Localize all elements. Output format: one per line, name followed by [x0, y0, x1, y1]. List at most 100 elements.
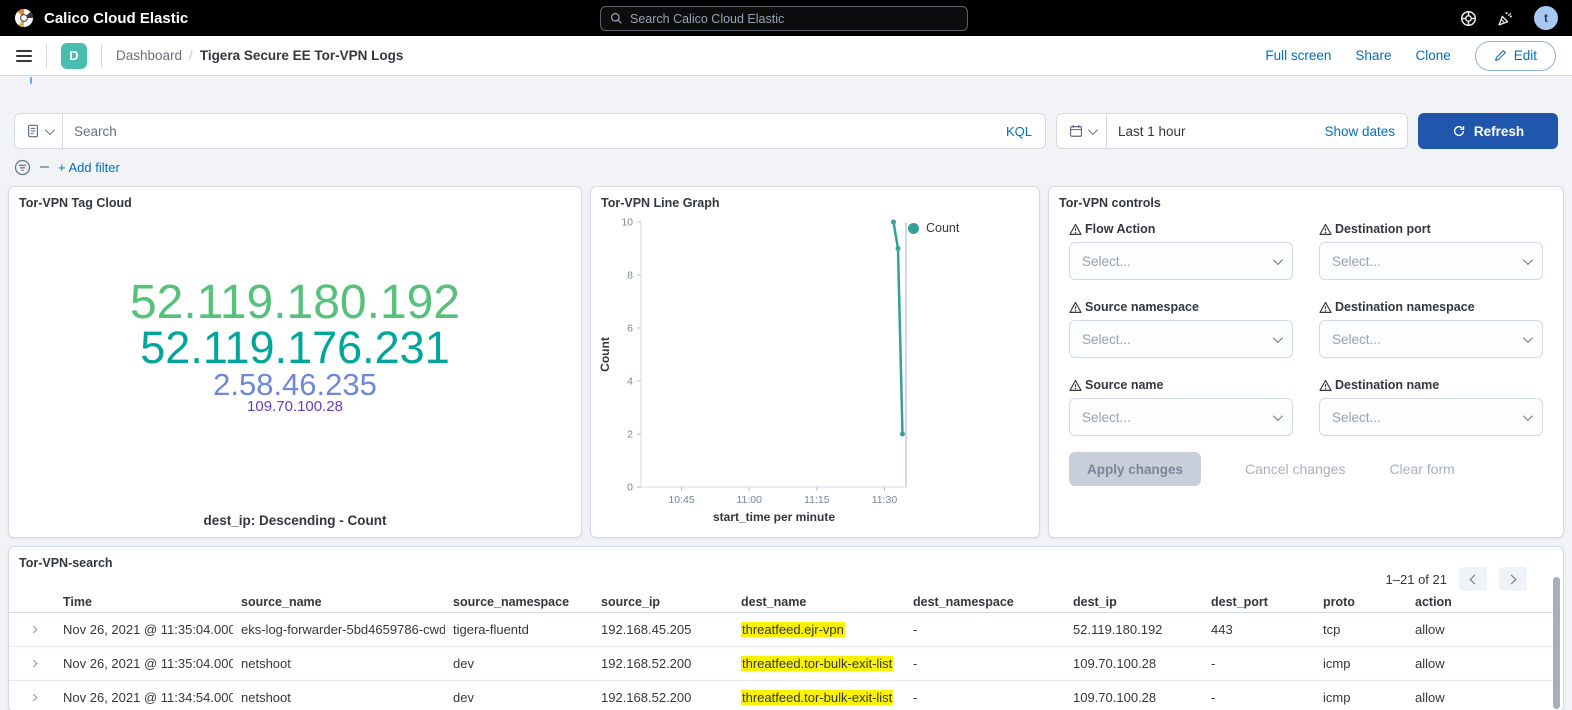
expand-row-button[interactable]	[9, 626, 55, 633]
cell-source_namespace: dev	[445, 656, 593, 671]
results-table: Timesource_namesource_namespacesource_ip…	[9, 591, 1553, 710]
search-input[interactable]: Search	[63, 124, 128, 139]
chevron-down-icon	[1273, 255, 1283, 265]
menu-icon[interactable]	[16, 50, 32, 62]
control-select[interactable]: Select...	[1069, 242, 1293, 280]
control-select[interactable]: Select...	[1319, 398, 1543, 436]
show-dates-link[interactable]: Show dates	[1312, 124, 1407, 139]
column-header-action[interactable]: action	[1407, 595, 1553, 609]
column-header-source_namespace[interactable]: source_namespace	[445, 595, 593, 609]
next-page-button[interactable]	[1499, 567, 1527, 591]
tag-cloud-word[interactable]: 52.119.180.192	[130, 279, 460, 326]
control-select[interactable]: Select...	[1319, 320, 1543, 358]
select-placeholder: Select...	[1082, 254, 1131, 269]
chevron-down-icon	[1273, 411, 1283, 421]
apply-changes-button[interactable]: Apply changes	[1069, 452, 1201, 486]
filter-icon[interactable]	[14, 159, 31, 176]
cell-source_name: netshoot	[233, 656, 445, 671]
cell-dest_name: threatfeed.ejr-vpn	[733, 622, 905, 637]
cell-proto: icmp	[1315, 690, 1407, 705]
refresh-button[interactable]: Refresh	[1418, 113, 1558, 149]
cell-time: Nov 26, 2021 @ 11:34:54.000	[55, 690, 233, 705]
full-screen-link[interactable]: Full screen	[1265, 48, 1331, 63]
control-label-text: Destination name	[1335, 378, 1439, 392]
saved-query-menu-button[interactable]	[15, 114, 63, 148]
edit-button[interactable]: Edit	[1475, 41, 1556, 71]
search-table-panel: Tor-VPN-search 1–21 of 21 Timesource_nam…	[8, 546, 1564, 710]
previous-page-button[interactable]	[1459, 567, 1487, 591]
legend-dot	[908, 223, 919, 234]
clear-form-button[interactable]: Clear form	[1389, 461, 1454, 477]
cell-source_namespace: tigera-fluentd	[445, 622, 593, 637]
svg-text:11:30: 11:30	[872, 494, 898, 506]
chevron-left-icon	[1470, 574, 1480, 584]
add-filter-link[interactable]: + Add filter	[58, 160, 120, 175]
chevron-right-icon	[27, 660, 37, 667]
control-label-text: Source name	[1085, 378, 1164, 392]
warning-icon	[1319, 301, 1332, 314]
tag-cloud-word[interactable]: 2.58.46.235	[213, 370, 377, 400]
panel-title: Tor-VPN-search	[9, 547, 1563, 570]
chart-legend[interactable]: Count	[908, 221, 959, 235]
column-header-dest_port[interactable]: dest_port	[1203, 595, 1315, 609]
newsfeed-icon[interactable]	[1497, 10, 1514, 27]
help-icon[interactable]	[1460, 10, 1477, 27]
control-label: Destination namespace	[1319, 300, 1543, 314]
tag-cloud-word[interactable]: 52.119.176.231	[140, 326, 449, 370]
cancel-changes-button[interactable]: Cancel changes	[1245, 461, 1345, 477]
cell-proto: tcp	[1315, 622, 1407, 637]
column-header-dest_ip[interactable]: dest_ip	[1065, 595, 1203, 609]
column-header-dest_name[interactable]: dest_name	[733, 595, 905, 609]
brand-title: Calico Cloud Elastic	[44, 10, 188, 27]
column-header-time[interactable]: Time	[55, 595, 233, 609]
control-label: Flow Action	[1069, 222, 1293, 236]
highlighted-value: threatfeed.tor-bulk-exit-list	[741, 656, 893, 671]
line-chart-svg: 024681010:4511:0011:1511:30start_time pe…	[599, 213, 1033, 525]
topbar-right: t	[1460, 6, 1558, 30]
control-select[interactable]: Select...	[1069, 398, 1293, 436]
share-link[interactable]: Share	[1355, 48, 1391, 63]
table-body: Nov 26, 2021 @ 11:35:04.000eks-log-forwa…	[9, 613, 1553, 710]
tag-cloud-word[interactable]: 109.70.100.28	[247, 400, 343, 415]
control-select[interactable]: Select...	[1069, 320, 1293, 358]
cell-dest_ip: 52.119.180.192	[1065, 622, 1203, 637]
vertical-scrollbar[interactable]	[1553, 577, 1560, 709]
query-bar: Search KQL Last 1 hour Show dates Refres…	[14, 113, 1558, 149]
global-search-input[interactable]: Search Calico Cloud Elastic	[600, 6, 968, 31]
controls-grid: Flow ActionSelect...Destination portSele…	[1049, 210, 1563, 436]
brand: Calico Cloud Elastic	[14, 8, 188, 28]
panel-title: Tor-VPN Tag Cloud	[9, 187, 581, 210]
dashboard-app-letter: D	[69, 48, 78, 63]
dashboard-app-badge[interactable]: D	[61, 43, 87, 69]
breadcrumb: Dashboard / Tigera Secure EE Tor-VPN Log…	[116, 48, 403, 63]
warning-icon	[1069, 223, 1082, 236]
calendar-menu-button[interactable]	[1057, 114, 1107, 148]
cell-dest_namespace: -	[905, 656, 1065, 671]
column-header-source_name[interactable]: source_name	[233, 595, 445, 609]
pencil-icon	[1494, 49, 1507, 62]
breadcrumb-dashboard[interactable]: Dashboard	[116, 48, 182, 63]
cell-dest_port: 443	[1203, 622, 1315, 637]
expand-row-button[interactable]	[9, 694, 55, 701]
kql-toggle[interactable]: KQL	[993, 124, 1045, 139]
time-picker: Last 1 hour Show dates	[1056, 113, 1408, 149]
avatar[interactable]: t	[1534, 6, 1558, 30]
breadcrumb-separator: /	[189, 48, 193, 63]
cell-proto: icmp	[1315, 656, 1407, 671]
column-header-source_ip[interactable]: source_ip	[593, 595, 733, 609]
control-select[interactable]: Select...	[1319, 242, 1543, 280]
control-label-text: Flow Action	[1085, 222, 1155, 236]
time-range-value[interactable]: Last 1 hour	[1107, 124, 1197, 139]
highlighted-value: threatfeed.tor-bulk-exit-list	[741, 690, 893, 705]
control-field: Destination portSelect...	[1319, 222, 1543, 280]
clone-link[interactable]: Clone	[1415, 48, 1450, 63]
cell-source_namespace: dev	[445, 690, 593, 705]
column-header-proto[interactable]: proto	[1315, 595, 1407, 609]
cell-action: allow	[1407, 622, 1553, 637]
table-row: Nov 26, 2021 @ 11:34:54.000netshootdev19…	[9, 681, 1553, 710]
column-header-dest_namespace[interactable]: dest_namespace	[905, 595, 1065, 609]
expand-row-button[interactable]	[9, 660, 55, 667]
chevron-right-icon	[27, 694, 37, 701]
select-placeholder: Select...	[1332, 410, 1381, 425]
cell-source_ip: 192.168.45.205	[593, 622, 733, 637]
